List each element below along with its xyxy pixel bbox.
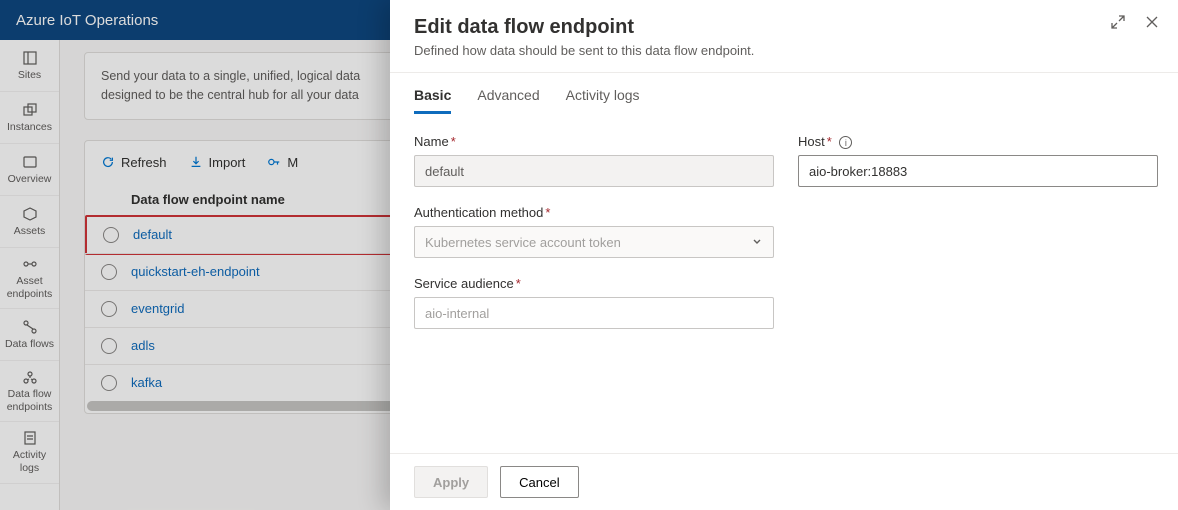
- data-flows-icon: [22, 319, 38, 335]
- auth-label: Authentication method*: [414, 205, 774, 220]
- sidebar-item-sites[interactable]: Sites: [0, 40, 59, 92]
- auth-field: Authentication method* Kubernetes servic…: [414, 205, 774, 258]
- refresh-button[interactable]: Refresh: [101, 155, 167, 170]
- sidebar-item-activity-logs[interactable]: Activity logs: [0, 422, 59, 483]
- more-button[interactable]: M: [267, 155, 298, 170]
- asset-endpoints-icon: [22, 256, 38, 272]
- sidebar-item-instances[interactable]: Instances: [0, 92, 59, 144]
- name-field: Name* default: [414, 134, 774, 187]
- row-radio[interactable]: [101, 301, 117, 317]
- row-radio[interactable]: [103, 227, 119, 243]
- import-button[interactable]: Import: [189, 155, 246, 170]
- key-icon: [267, 155, 281, 169]
- tab-basic[interactable]: Basic: [414, 87, 451, 114]
- sidebar: Sites Instances Overview Assets Asset en…: [0, 40, 60, 510]
- sidebar-item-label: Activity logs: [2, 449, 57, 474]
- edit-endpoint-panel: Edit data flow endpoint Defined how data…: [390, 0, 1178, 510]
- chevron-down-icon: [751, 235, 763, 250]
- sidebar-item-label: Sites: [18, 69, 41, 82]
- sidebar-item-label: Data flows: [5, 338, 54, 351]
- activity-logs-icon: [22, 430, 38, 446]
- tab-activity-logs[interactable]: Activity logs: [566, 87, 640, 114]
- more-label: M: [287, 155, 298, 170]
- sidebar-item-data-flow-endpoints[interactable]: Data flow endpoints: [0, 361, 59, 422]
- sidebar-item-label: Assets: [14, 225, 46, 238]
- row-name-link[interactable]: adls: [131, 338, 155, 353]
- tab-advanced[interactable]: Advanced: [477, 87, 539, 114]
- host-input[interactable]: aio-broker:18883: [798, 155, 1158, 187]
- sidebar-item-label: Instances: [7, 121, 52, 134]
- sidebar-item-asset-endpoints[interactable]: Asset endpoints: [0, 248, 59, 309]
- sites-icon: [22, 50, 38, 66]
- row-radio[interactable]: [101, 264, 117, 280]
- name-input[interactable]: default: [414, 155, 774, 187]
- auth-select[interactable]: Kubernetes service account token: [414, 226, 774, 258]
- panel-tabs: Basic Advanced Activity logs: [390, 73, 1178, 114]
- cancel-button[interactable]: Cancel: [500, 466, 578, 498]
- panel-body: Name* default Authentication method* Kub…: [390, 114, 1178, 453]
- audience-input[interactable]: aio-internal: [414, 297, 774, 329]
- name-label: Name*: [414, 134, 774, 149]
- expand-icon[interactable]: [1110, 14, 1126, 33]
- refresh-label: Refresh: [121, 155, 167, 170]
- row-name-link[interactable]: quickstart-eh-endpoint: [131, 264, 260, 279]
- panel-footer: Apply Cancel: [390, 453, 1178, 510]
- row-radio[interactable]: [101, 338, 117, 354]
- assets-icon: [22, 206, 38, 222]
- instances-icon: [22, 102, 38, 118]
- close-icon[interactable]: [1144, 14, 1160, 33]
- refresh-icon: [101, 155, 115, 169]
- audience-label: Service audience*: [414, 276, 774, 291]
- sidebar-item-label: Asset endpoints: [2, 275, 57, 300]
- row-name-link[interactable]: default: [133, 227, 172, 242]
- info-icon[interactable]: i: [839, 136, 852, 149]
- data-flow-endpoints-icon: [22, 369, 38, 385]
- import-label: Import: [209, 155, 246, 170]
- sidebar-item-data-flows[interactable]: Data flows: [0, 309, 59, 361]
- sidebar-item-overview[interactable]: Overview: [0, 144, 59, 196]
- audience-field: Service audience* aio-internal: [414, 276, 774, 329]
- panel-title: Edit data flow endpoint: [414, 16, 1154, 39]
- overview-icon: [22, 154, 38, 170]
- row-name-link[interactable]: eventgrid: [131, 301, 184, 316]
- sidebar-item-label: Overview: [8, 173, 52, 186]
- import-icon: [189, 155, 203, 169]
- column-header-name[interactable]: Data flow endpoint name: [131, 192, 285, 207]
- row-name-link[interactable]: kafka: [131, 375, 162, 390]
- apply-button[interactable]: Apply: [414, 466, 488, 498]
- row-radio[interactable]: [101, 375, 117, 391]
- panel-header: Edit data flow endpoint Defined how data…: [390, 0, 1178, 73]
- panel-subtitle: Defined how data should be sent to this …: [414, 43, 1154, 58]
- sidebar-item-label: Data flow endpoints: [2, 388, 57, 413]
- product-title: Azure IoT Operations: [16, 12, 158, 29]
- host-label: Host* i: [798, 134, 1158, 149]
- sidebar-item-assets[interactable]: Assets: [0, 196, 59, 248]
- auth-placeholder: Kubernetes service account token: [425, 235, 621, 250]
- host-field: Host* i aio-broker:18883: [798, 134, 1158, 187]
